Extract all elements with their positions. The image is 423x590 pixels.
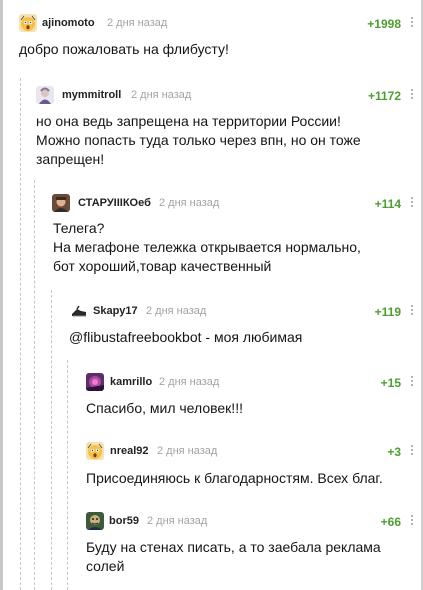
rating: +3 — [387, 445, 401, 459]
more-options-icon[interactable] — [410, 16, 414, 30]
more-options-icon[interactable] — [410, 196, 414, 210]
comment-text: @flibustafreebookbot - моя любимая — [69, 329, 303, 345]
comments-page: ajinomoto 2 дня назад +1998 добро пожало… — [0, 0, 423, 590]
timestamp[interactable]: 2 дня назад — [147, 515, 207, 527]
username[interactable]: nreal92 — [110, 445, 149, 457]
shocked-face-avatar-icon[interactable] — [86, 442, 104, 460]
comment-text: Присоединяюсь к благодарностям. Всех бла… — [86, 470, 383, 486]
dark-sneaker-avatar-icon[interactable] — [70, 302, 88, 320]
username[interactable]: kamrillo — [110, 376, 152, 388]
rating: +15 — [380, 376, 401, 390]
portrait-avatar-icon[interactable] — [52, 194, 70, 212]
rating: +1998 — [367, 17, 401, 31]
more-options-icon[interactable] — [410, 444, 414, 458]
username[interactable]: mymmitroll — [62, 89, 121, 101]
timestamp[interactable]: 2 дня назад — [131, 89, 191, 101]
rating: +114 — [374, 197, 401, 211]
character-avatar-icon[interactable] — [36, 86, 54, 104]
timestamp[interactable]: 2 дня назад — [159, 197, 219, 209]
username[interactable]: ajinomoto — [42, 17, 95, 29]
more-options-icon[interactable] — [410, 375, 414, 389]
comment-text: но она ведь запрещена на территории Росс… — [36, 113, 361, 167]
more-options-icon[interactable] — [410, 514, 414, 528]
comment-text: добро пожаловать на флибусту! — [19, 41, 229, 57]
timestamp[interactable]: 2 дня назад — [157, 445, 217, 457]
timestamp[interactable]: 2 дня назад — [146, 305, 206, 317]
rating: +66 — [380, 515, 401, 529]
shocked-face-avatar-icon[interactable] — [19, 14, 37, 32]
rating: +119 — [374, 305, 401, 319]
username[interactable]: bor59 — [109, 515, 139, 527]
more-options-icon[interactable] — [410, 304, 414, 318]
purple-avatar-icon[interactable] — [86, 373, 104, 391]
comment-text: Спасибо, мил человек!!! — [86, 400, 243, 416]
username[interactable]: СТАРУIIIКОеб — [78, 197, 151, 209]
timestamp[interactable]: 2 дня назад — [107, 17, 167, 29]
cartoon-avatar-icon[interactable] — [86, 512, 104, 530]
comment-text: Телега? На мегафоне тележка открывается … — [53, 220, 361, 274]
more-options-icon[interactable] — [410, 88, 414, 102]
timestamp[interactable]: 2 дня назад — [159, 376, 219, 388]
thread-line[interactable] — [67, 360, 68, 590]
rating: +1172 — [367, 89, 401, 103]
username[interactable]: Skapy17 — [93, 305, 138, 317]
thread-line[interactable] — [51, 290, 52, 590]
comment-text: Буду на стенах писать, а то заебала рекл… — [86, 539, 381, 574]
